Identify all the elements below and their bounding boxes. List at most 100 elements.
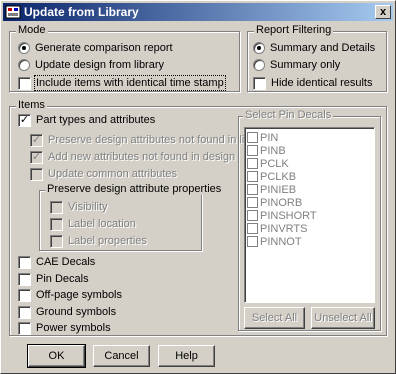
report-filtering-group: Report Filtering Summary and Details Sum… <box>247 24 387 92</box>
list-item-label: PINVRTS <box>260 222 308 235</box>
preserve-properties-legend: Preserve design attribute properties <box>45 183 224 195</box>
radio-summary-details[interactable]: Summary and Details <box>253 41 375 55</box>
checkbox-preserve-attributes[interactable]: ✓ Preserve design attributes not found i… <box>30 133 269 147</box>
checkbox-label: Label properties <box>68 235 147 247</box>
select-all-button[interactable]: Select All <box>244 307 305 329</box>
items-legend: Items <box>16 99 47 111</box>
radio-label: Summary and Details <box>270 42 376 54</box>
checkbox-box[interactable] <box>18 288 31 302</box>
app-icon <box>5 5 21 19</box>
list-item-label: PIN <box>260 131 279 144</box>
checkbox-label: Ground symbols <box>36 306 117 318</box>
checkbox-update-common[interactable]: Update common attributes <box>30 167 177 181</box>
checkbox-box[interactable] <box>247 223 258 234</box>
checkbox-box[interactable] <box>247 184 258 195</box>
ok-button[interactable]: OK <box>27 344 86 368</box>
list-item[interactable]: PINVRTS <box>247 222 307 235</box>
list-item[interactable]: PINSHORT <box>247 209 317 222</box>
checkbox-box[interactable] <box>247 197 258 208</box>
list-item[interactable]: PINIEB <box>247 183 296 196</box>
update-from-library-dialog: Update from Library x Mode Generate comp… <box>0 0 396 374</box>
checkbox-box[interactable] <box>18 305 31 319</box>
radio-label: Update design from library <box>35 59 165 71</box>
checkbox-box[interactable] <box>50 200 63 214</box>
list-item-label: PINNOT <box>260 235 302 248</box>
window-title: Update from Library <box>24 5 139 19</box>
checkbox-box[interactable] <box>18 321 31 335</box>
checkbox-visibility[interactable]: Visibility <box>50 200 108 214</box>
checkbox-part-types[interactable]: ✓ Part types and attributes <box>18 113 155 127</box>
checkbox-box[interactable]: ✓ <box>30 133 43 147</box>
checkbox-label: Update common attributes <box>48 168 178 180</box>
checkbox-label: Include items with identical time stamp <box>34 75 226 91</box>
checkbox-label: Visibility <box>68 201 108 213</box>
list-item[interactable]: PCLK <box>247 157 289 170</box>
checkbox-add-attributes[interactable]: ✓ Add new attributes not found in design <box>30 150 235 164</box>
checkbox-label: CAE Decals <box>36 256 96 268</box>
checkbox-identical-time-stamp[interactable]: Include items with identical time stamp <box>18 75 226 91</box>
checkbox-label: Off-page symbols <box>36 289 123 301</box>
help-button[interactable]: Help <box>158 345 215 367</box>
list-item-label: PCLK <box>260 157 289 170</box>
mode-legend: Mode <box>16 24 48 36</box>
checkbox-ground-symbols[interactable]: Ground symbols <box>18 305 116 319</box>
checkbox-label-properties[interactable]: Label properties <box>50 234 147 248</box>
list-item-label: PINB <box>260 144 286 157</box>
checkbox-box[interactable] <box>247 145 258 156</box>
checkbox-label: Preserve design attributes not found in … <box>48 134 270 146</box>
radio-label: Generate comparison report <box>35 42 173 54</box>
checkbox-box[interactable] <box>247 171 258 182</box>
checkbox-off-page-symbols[interactable]: Off-page symbols <box>18 288 122 302</box>
mode-group: Mode Generate comparison report Update d… <box>9 24 240 92</box>
checkbox-box[interactable] <box>247 158 258 169</box>
checkbox-box[interactable] <box>50 234 63 248</box>
radio-indicator[interactable] <box>253 42 265 54</box>
title-bar[interactable]: Update from Library x <box>3 3 393 21</box>
checkbox-cae-decals[interactable]: CAE Decals <box>18 255 95 269</box>
select-pin-decals-legend: Select Pin Decals <box>243 109 334 121</box>
checkbox-box[interactable] <box>253 76 266 90</box>
list-item[interactable]: PINB <box>247 144 286 157</box>
radio-generate-report[interactable]: Generate comparison report <box>18 41 173 55</box>
preserve-properties-group: Preserve design attribute properties Vis… <box>39 183 224 251</box>
checkbox-hide-identical[interactable]: Hide identical results <box>253 76 373 90</box>
checkbox-pin-decals[interactable]: Pin Decals <box>18 272 89 286</box>
radio-update-design[interactable]: Update design from library <box>18 58 164 72</box>
list-item[interactable]: PCLKB <box>247 170 296 183</box>
checkbox-box[interactable] <box>247 132 258 143</box>
list-item[interactable]: PINORB <box>247 196 302 209</box>
checkbox-box[interactable] <box>30 167 43 181</box>
cancel-button[interactable]: Cancel <box>93 345 150 367</box>
list-item-label: PINSHORT <box>260 209 317 222</box>
radio-indicator[interactable] <box>18 59 30 71</box>
checkbox-box[interactable] <box>50 217 63 231</box>
close-icon: x <box>379 6 387 18</box>
unselect-all-button[interactable]: Unselect All <box>311 307 375 329</box>
checkbox-label: Part types and attributes <box>36 114 156 126</box>
list-item[interactable]: PINNOT <box>247 235 302 248</box>
checkbox-power-symbols[interactable]: Power symbols <box>18 321 111 335</box>
checkbox-box[interactable] <box>18 272 31 286</box>
radio-indicator[interactable] <box>253 59 265 71</box>
checkbox-box[interactable] <box>247 236 258 247</box>
list-item-label: PCLKB <box>260 170 297 183</box>
checkbox-label: Label location <box>68 218 136 230</box>
list-item[interactable]: PIN <box>247 131 278 144</box>
report-filtering-legend: Report Filtering <box>254 24 334 36</box>
checkbox-box[interactable] <box>247 210 258 221</box>
close-button[interactable]: x <box>375 5 391 19</box>
pin-decals-listbox[interactable]: PIN PINB PCLK PCLKB PINIEB PINORB PINSHO… <box>244 127 375 303</box>
radio-summary-only[interactable]: Summary only <box>253 58 340 72</box>
checkbox-label: Hide identical results <box>271 77 373 89</box>
checkbox-label-location[interactable]: Label location <box>50 217 136 231</box>
checkbox-label: Add new attributes not found in design <box>48 151 236 163</box>
checkbox-label: Pin Decals <box>36 273 89 285</box>
checkbox-box[interactable]: ✓ <box>18 113 31 127</box>
radio-indicator[interactable] <box>18 42 30 54</box>
checkbox-box[interactable]: ✓ <box>30 150 43 164</box>
checkbox-box[interactable] <box>18 76 31 90</box>
list-item-label: PINORB <box>260 196 303 209</box>
checkbox-box[interactable] <box>18 255 31 269</box>
radio-label: Summary only <box>270 59 341 71</box>
list-item-label: PINIEB <box>260 183 297 196</box>
